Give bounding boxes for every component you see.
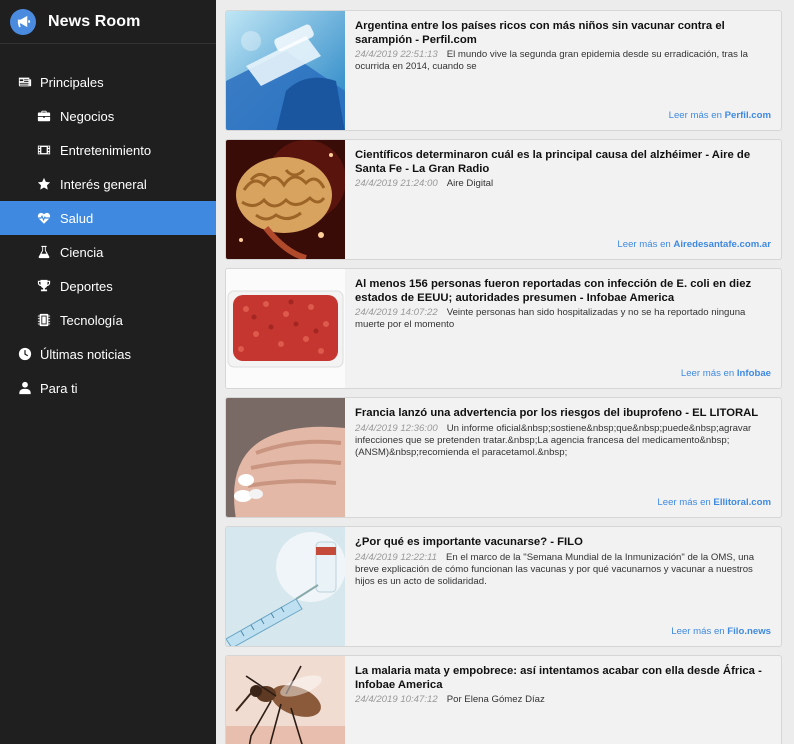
sidebar-item-interes-general[interactable]: Interés general [0,167,216,201]
article-title[interactable]: La malaria mata y empobrece: así intenta… [355,665,771,692]
read-more-prefix: Leer más en [680,368,735,379]
article-body: Argentina entre los países ricos con más… [355,20,771,73]
flask-icon [37,245,51,259]
read-more-link[interactable]: Leer más en Perfil.com [669,110,771,121]
sidebar-item-negocios[interactable]: Negocios [0,99,216,133]
user-icon [18,381,32,395]
article-title[interactable]: Francia lanzó una advertencia por los ri… [355,407,771,421]
article-title[interactable]: ¿Por qué es importante vacunarse? - FILO [355,536,771,550]
article-body: ¿Por qué es importante vacunarse? - FILO… [355,536,771,588]
read-more-source: Perfil.com [724,110,771,121]
sidebar-item-salud[interactable]: Salud [0,201,216,235]
article-body: Al menos 156 personas fueron reportadas … [355,278,771,331]
article-body: Francia lanzó una advertencia por los ri… [355,407,771,459]
sidebar-item-label: Deportes [60,278,113,294]
read-more-link[interactable]: Leer más en Airedesantafe.com.ar [617,239,771,250]
sidebar: News Room Principales Negocios Entretenimi… [0,0,216,744]
film-icon [37,143,51,157]
article-card[interactable]: Al menos 156 personas fueron reportadas … [225,268,782,389]
sidebar-item-label: Entretenimiento [60,142,152,158]
read-more-prefix: Leer más en [668,110,722,121]
sidebar-item-deportes[interactable]: Deportes [0,269,216,303]
app-title: News Room [48,12,141,30]
sidebar-item-label: Para ti [40,380,78,396]
article-timestamp: 24/4/2019 12:36:00 [355,422,438,434]
newspaper-icon [18,75,32,89]
read-more-prefix: Leer más en [671,626,725,637]
article-title[interactable]: Científicos determinaron cuál es la prin… [355,149,771,176]
briefcase-icon [37,109,51,123]
read-more-link[interactable]: Leer más en Filo.news [671,626,771,637]
article-meta: 24/4/2019 12:22:11 En el marco de la "Sem… [355,552,771,588]
sidebar-item-para-ti[interactable]: Para ti [0,371,216,405]
news-feed[interactable]: Argentina entre los países ricos con más… [216,0,794,744]
megaphone-icon [10,8,36,35]
sidebar-item-ultimas[interactable]: Últimas noticias [0,337,216,371]
brand-header[interactable]: News Room [0,0,216,44]
article-card[interactable]: Francia lanzó una advertencia por los ri… [225,397,782,518]
article-timestamp: 24/4/2019 10:47:12 [355,694,438,705]
sidebar-item-entretenimiento[interactable]: Entretenimiento [0,133,216,167]
sidebar-item-ciencia[interactable]: Ciencia [0,235,216,269]
article-body: Científicos determinaron cuál es la prin… [355,149,771,190]
article-summary: Por Elena Gómez Díaz [446,694,545,705]
article-title[interactable]: Argentina entre los países ricos con más… [355,20,771,47]
article-card[interactable]: La malaria mata y empobrece: así intenta… [225,655,782,744]
article-card[interactable]: ¿Por qué es importante vacunarse? - FILO… [225,526,782,647]
article-card[interactable]: Científicos determinaron cuál es la prin… [225,139,782,260]
sidebar-item-label: Interés general [60,176,147,192]
read-more-prefix: Leer más en [657,497,711,508]
article-meta: 24/4/2019 10:47:12 Por Elena Gómez Díaz [355,694,771,706]
article-meta: 24/4/2019 21:24:00 Aire Digital [355,178,771,190]
article-summary: Aire Digital [446,178,494,189]
article-thumbnail[interactable] [226,269,345,388]
article-meta: 24/4/2019 22:51:13 El mundo vive la segun… [355,49,771,73]
article-body: La malaria mata y empobrece: así intenta… [355,665,771,706]
article-timestamp: 24/4/2019 12:22:11 [355,551,437,563]
article-meta: 24/4/2019 12:36:00 Un informe oficial&nbs… [355,423,771,459]
sidebar-item-label: Últimas noticias [40,346,132,362]
article-title[interactable]: Al menos 156 personas fueron reportadas … [355,278,771,305]
sidebar-item-principales[interactable]: Principales [0,65,216,99]
trophy-icon [37,279,51,293]
read-more-link[interactable]: Leer más en Infobae [681,368,771,379]
sidebar-item-label: Principales [40,74,104,90]
read-more-prefix: Leer más en [617,239,671,250]
sidebar-item-tecnologia[interactable]: Tecnología [0,303,216,337]
article-thumbnail[interactable] [226,11,345,130]
sidebar-nav: Principales Negocios Entretenimiento Interé… [0,65,216,405]
article-timestamp: 24/4/2019 21:24:00 [355,178,438,189]
read-more-source: Ellitoral.com [713,497,771,508]
read-more-source: Airedesantafe.com.ar [673,239,771,250]
star-icon [37,177,51,191]
article-meta: 24/4/2019 14:07:22 Veinte personas han si… [355,307,771,331]
article-thumbnail[interactable] [226,140,345,259]
heartbeat-icon [37,211,51,225]
article-thumbnail[interactable] [226,527,345,646]
article-thumbnail[interactable] [226,398,345,517]
clock-icon [18,347,32,361]
sidebar-item-label: Negocios [60,108,115,124]
article-timestamp: 24/4/2019 14:07:22 [355,307,438,318]
read-more-source: Infobae [736,368,771,379]
read-more-link[interactable]: Leer más en Ellitoral.com [657,497,771,508]
article-card[interactable]: Argentina entre los países ricos con más… [225,10,782,131]
article-timestamp: 24/4/2019 22:51:13 [355,49,438,60]
sidebar-item-label: Salud [60,210,94,226]
article-thumbnail[interactable] [226,656,345,744]
read-more-source: Filo.news [727,626,771,637]
sidebar-item-label: Tecnología [60,312,123,328]
sidebar-item-label: Ciencia [60,244,104,260]
microchip-icon [37,313,51,327]
